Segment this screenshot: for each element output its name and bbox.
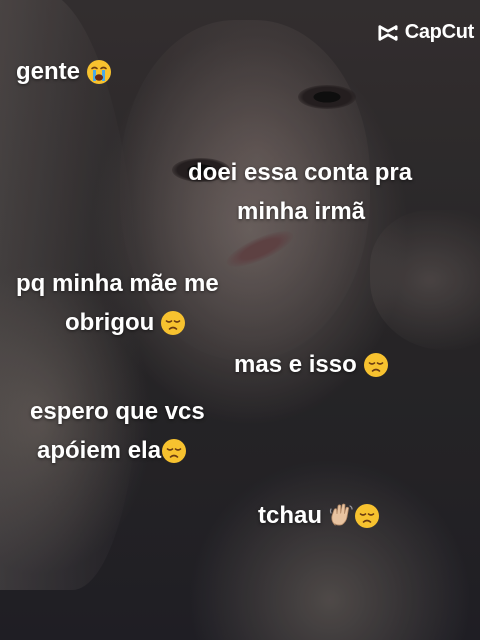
caption-line: minha irmã: [237, 195, 365, 229]
caption-line: tchau: [258, 499, 380, 533]
caption-line: pq minha mãe me: [16, 267, 219, 301]
caption-text: doei essa conta pra: [188, 159, 413, 186]
caption-text: apóiem ela: [37, 437, 162, 464]
caption-line: mas e isso: [234, 348, 389, 382]
disappointed-face-icon: [363, 353, 388, 377]
caption-line: espero que vcs: [30, 395, 205, 429]
caption-line: gente: [16, 55, 112, 89]
disappointed-face-icon: [355, 504, 380, 528]
caption-line: obrigou: [65, 306, 186, 340]
capcut-watermark: CapCut: [377, 21, 474, 44]
caption-text: obrigou: [65, 309, 155, 336]
caption-line: doei essa conta pra: [188, 156, 412, 190]
capcut-label: CapCut: [404, 21, 475, 43]
caption-line: apóiem ela: [37, 434, 187, 468]
loudly-crying-face-icon: [87, 60, 112, 84]
caption-text: gente: [16, 58, 81, 85]
disappointed-face-icon: [162, 439, 187, 463]
caption-text: pq minha mãe me: [16, 270, 219, 297]
caption-text: mas e isso: [234, 351, 357, 378]
disappointed-face-icon: [161, 311, 186, 335]
waving-hand-icon: [329, 503, 353, 526]
caption-text: espero que vcs: [30, 398, 205, 425]
capcut-logo-icon: [378, 24, 398, 41]
caption-text: minha irmã: [237, 198, 366, 225]
caption-text: tchau: [258, 502, 323, 529]
